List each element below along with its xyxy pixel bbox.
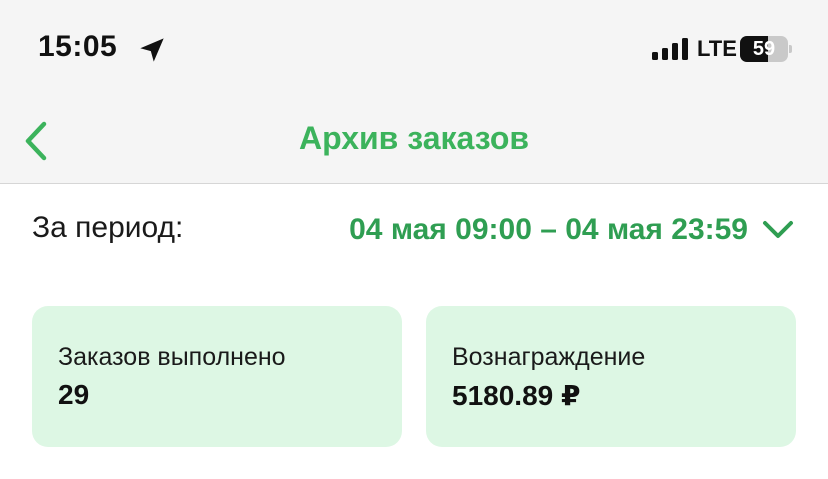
network-type-label: LTE: [697, 36, 737, 61]
orders-completed-value: 29: [58, 379, 90, 410]
location-arrow-icon: [140, 38, 164, 62]
period-selector[interactable]: 04 мая 09:00 – 04 мая 23:59: [349, 206, 794, 254]
battery-icon: 59: [740, 36, 792, 62]
orders-completed-card: Заказов выполнено 29: [32, 306, 402, 447]
signal-bars-icon: [652, 38, 688, 60]
status-time: 15:05: [38, 30, 118, 63]
reward-card: Вознаграждение 5180.89 ₽: [426, 306, 796, 447]
reward-label: Вознаграждение: [452, 343, 646, 371]
orders-completed-label: Заказов выполнено: [58, 343, 286, 371]
chevron-down-icon[interactable]: [762, 220, 794, 240]
top-bar: 15:05 LTE 59 Архив заказов: [0, 0, 828, 184]
page-title: Архив заказов: [298, 120, 530, 156]
period-value[interactable]: 04 мая 09:00 – 04 мая 23:59: [349, 213, 748, 247]
period-label: За период:: [32, 211, 184, 244]
reward-value: 5180.89 ₽: [452, 380, 581, 411]
battery-level-text: 59: [752, 38, 776, 60]
